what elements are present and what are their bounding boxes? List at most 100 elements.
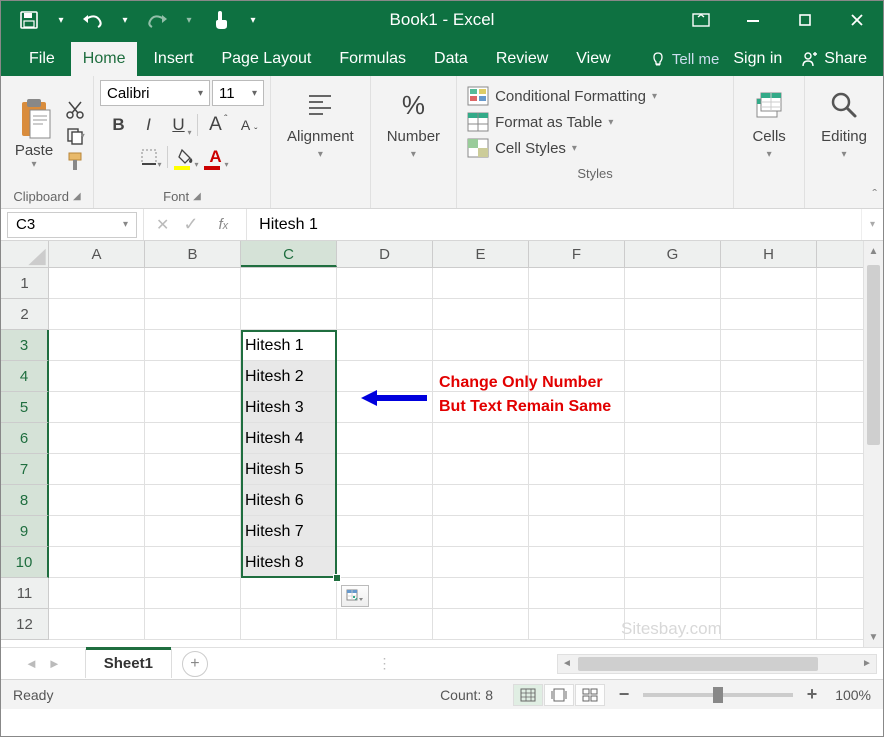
- undo-dropdown[interactable]: ▾: [113, 15, 137, 26]
- scroll-right-icon[interactable]: ►: [858, 655, 876, 673]
- cell[interactable]: [337, 423, 433, 454]
- expand-formula-bar[interactable]: ▾: [861, 209, 883, 240]
- cell[interactable]: [433, 299, 529, 330]
- touch-dropdown[interactable]: ▾: [241, 15, 265, 26]
- zoom-in-button[interactable]: +: [803, 684, 821, 705]
- cell[interactable]: [433, 485, 529, 516]
- cell[interactable]: [721, 423, 817, 454]
- scroll-left-icon[interactable]: ◄: [558, 655, 576, 673]
- cell[interactable]: [433, 516, 529, 547]
- cell[interactable]: Hitesh 7: [241, 516, 337, 547]
- fx-icon[interactable]: fx: [213, 216, 235, 233]
- cell[interactable]: [721, 485, 817, 516]
- close-button[interactable]: [831, 1, 883, 39]
- cell[interactable]: [145, 330, 241, 361]
- tab-insert[interactable]: Insert: [141, 42, 205, 76]
- ribbon-display-options[interactable]: [675, 1, 727, 39]
- borders-button[interactable]: ▾: [135, 144, 163, 170]
- cell[interactable]: [721, 392, 817, 423]
- cell[interactable]: [721, 268, 817, 299]
- cell[interactable]: [145, 485, 241, 516]
- cell[interactable]: [145, 578, 241, 609]
- font-dialog-launcher[interactable]: ◢: [193, 191, 201, 202]
- cell[interactable]: [625, 547, 721, 578]
- cell[interactable]: Hitesh 5: [241, 454, 337, 485]
- cell[interactable]: [337, 609, 433, 640]
- cell[interactable]: [529, 609, 625, 640]
- row-headers[interactable]: 123456789101112: [1, 268, 49, 640]
- decrease-font-button[interactable]: Aˇ: [232, 112, 260, 138]
- tab-home[interactable]: Home: [71, 42, 138, 76]
- cell[interactable]: Hitesh 3: [241, 392, 337, 423]
- cell[interactable]: [145, 547, 241, 578]
- cell[interactable]: [145, 609, 241, 640]
- cell[interactable]: [625, 392, 721, 423]
- row-header[interactable]: 6: [1, 423, 49, 454]
- horizontal-scroll-thumb[interactable]: [578, 657, 818, 671]
- cell[interactable]: Hitesh 2: [241, 361, 337, 392]
- cell[interactable]: [145, 299, 241, 330]
- cell[interactable]: [49, 299, 145, 330]
- font-color-button[interactable]: A▾: [202, 144, 230, 170]
- cell[interactable]: [49, 578, 145, 609]
- cell[interactable]: [433, 454, 529, 485]
- cell[interactable]: [529, 330, 625, 361]
- vertical-scrollbar[interactable]: ▲ ▼: [863, 241, 883, 647]
- cell[interactable]: [49, 423, 145, 454]
- cell[interactable]: [241, 578, 337, 609]
- column-header[interactable]: G: [625, 241, 721, 267]
- cell[interactable]: [433, 423, 529, 454]
- cell[interactable]: [529, 547, 625, 578]
- tell-me-search[interactable]: Tell me: [650, 51, 720, 68]
- paste-button[interactable]: Paste ▾: [7, 98, 61, 170]
- column-header[interactable]: F: [529, 241, 625, 267]
- cell[interactable]: [625, 454, 721, 485]
- cell-styles-button[interactable]: Cell Styles▾: [467, 138, 723, 158]
- cell[interactable]: [721, 454, 817, 485]
- column-header[interactable]: B: [145, 241, 241, 267]
- name-box[interactable]: C3▾: [7, 212, 137, 238]
- cell[interactable]: [721, 578, 817, 609]
- row-header[interactable]: 4: [1, 361, 49, 392]
- cell[interactable]: [49, 330, 145, 361]
- cell[interactable]: [529, 299, 625, 330]
- cell[interactable]: Hitesh 8: [241, 547, 337, 578]
- row-header[interactable]: 7: [1, 454, 49, 485]
- row-header[interactable]: 11: [1, 578, 49, 609]
- cell[interactable]: [529, 268, 625, 299]
- sheet-split-handle[interactable]: ⋮: [377, 655, 387, 672]
- horizontal-scrollbar[interactable]: ◄ ►: [557, 654, 877, 674]
- formula-input[interactable]: Hitesh 1: [246, 209, 861, 240]
- undo-icon[interactable]: [79, 6, 107, 34]
- cell[interactable]: [145, 392, 241, 423]
- tab-data[interactable]: Data: [422, 42, 480, 76]
- row-header[interactable]: 5: [1, 392, 49, 423]
- cell[interactable]: Hitesh 4: [241, 423, 337, 454]
- cell[interactable]: [625, 423, 721, 454]
- cell[interactable]: [433, 578, 529, 609]
- spreadsheet-grid[interactable]: ABCDEFGH 123456789101112 Hitesh 1Hitesh …: [1, 241, 883, 647]
- conditional-formatting-button[interactable]: Conditional Formatting▾: [467, 86, 723, 106]
- cell[interactable]: [337, 547, 433, 578]
- cell[interactable]: [529, 578, 625, 609]
- row-header[interactable]: 10: [1, 547, 49, 578]
- format-painter-icon[interactable]: [63, 151, 87, 173]
- cell[interactable]: [529, 423, 625, 454]
- zoom-out-button[interactable]: −: [615, 684, 633, 705]
- row-header[interactable]: 8: [1, 485, 49, 516]
- tab-formulas[interactable]: Formulas: [327, 42, 418, 76]
- copy-icon[interactable]: ▾: [63, 125, 87, 147]
- cell[interactable]: [625, 485, 721, 516]
- cell[interactable]: [721, 299, 817, 330]
- increase-font-button[interactable]: Aˆ: [202, 112, 230, 138]
- cell[interactable]: [529, 454, 625, 485]
- cells-area[interactable]: Hitesh 1Hitesh 2Hitesh 3Hitesh 4Hitesh 5…: [49, 268, 863, 647]
- cell[interactable]: [49, 361, 145, 392]
- row-header[interactable]: 9: [1, 516, 49, 547]
- cell[interactable]: [625, 268, 721, 299]
- cells-button[interactable]: Cells ▾: [740, 80, 798, 166]
- cell[interactable]: [145, 268, 241, 299]
- cell[interactable]: [49, 392, 145, 423]
- zoom-slider[interactable]: [643, 693, 793, 697]
- format-as-table-button[interactable]: Format as Table▾: [467, 112, 723, 132]
